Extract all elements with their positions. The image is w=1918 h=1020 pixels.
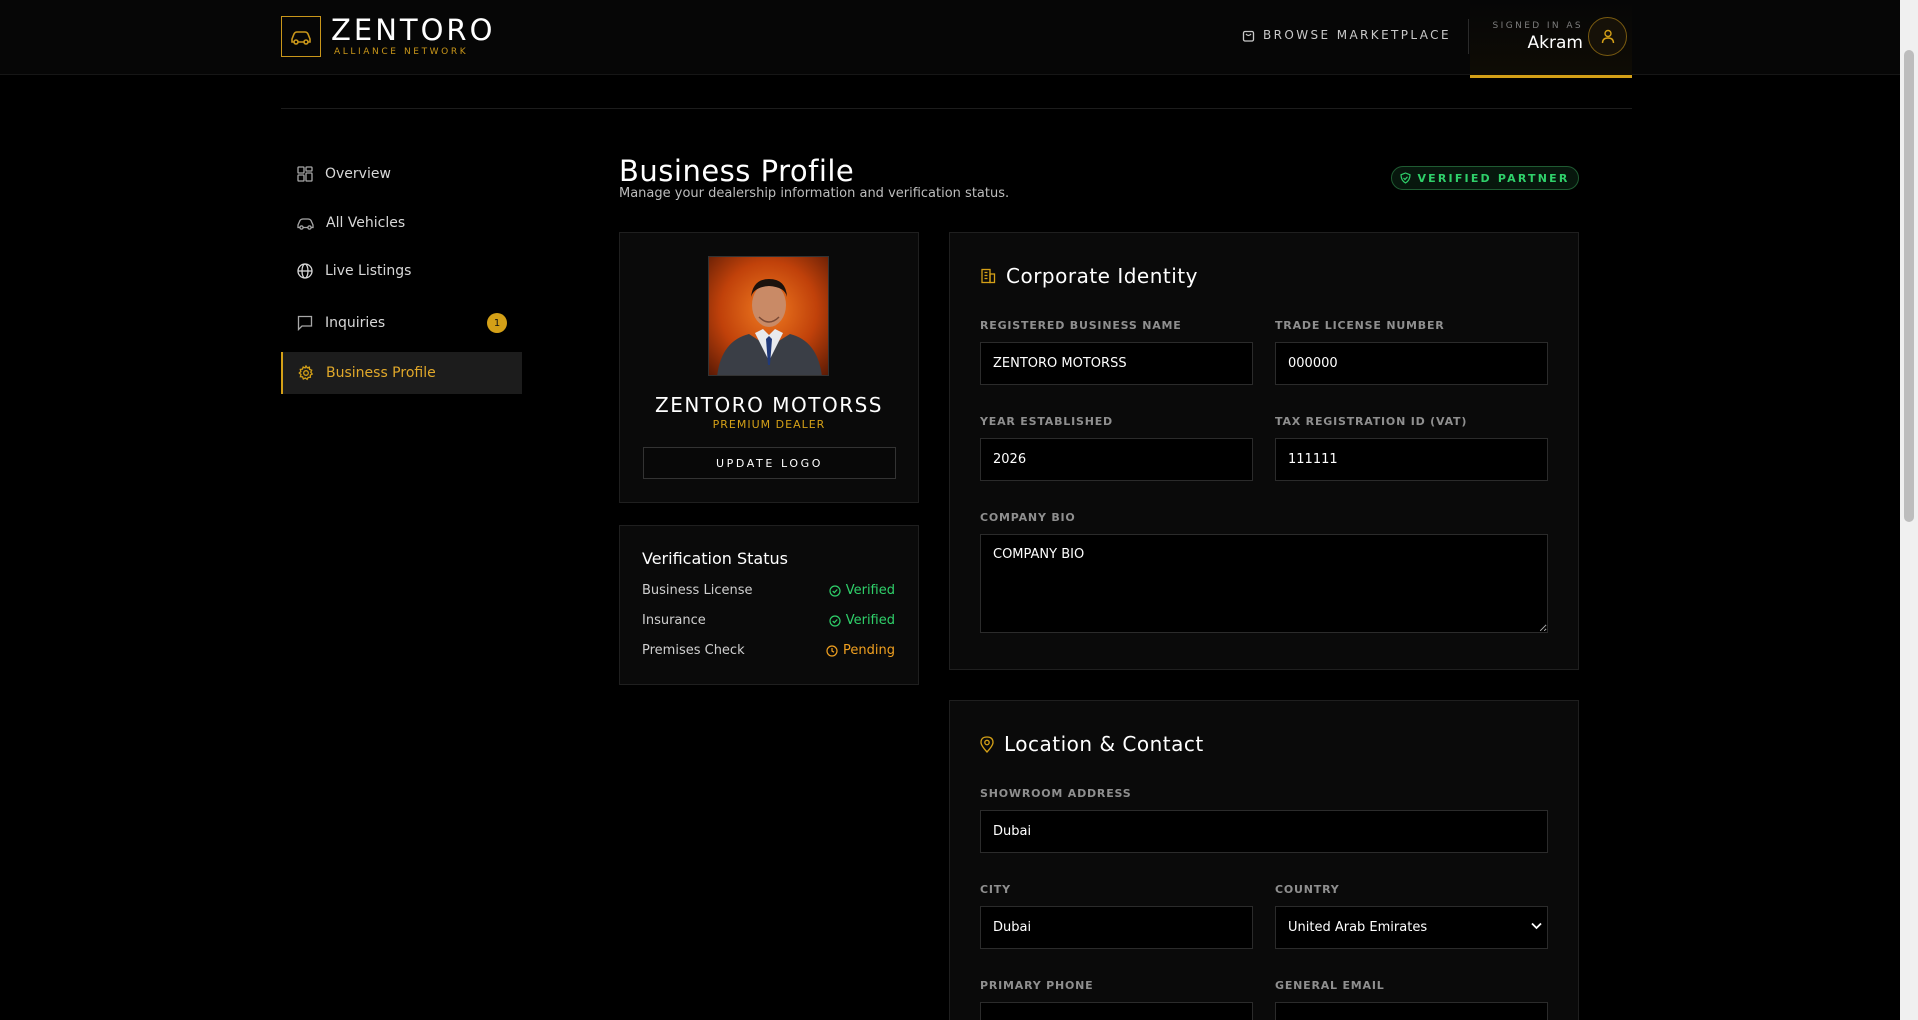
shopping-bag-icon [1242, 30, 1255, 42]
page-title: Business Profile [619, 154, 855, 188]
sidebar-item-label: Business Profile [326, 365, 436, 381]
globe-icon [297, 263, 313, 279]
user-name: Akram [1527, 33, 1583, 53]
company-bio-field[interactable]: COMPANY BIO [980, 534, 1548, 633]
verification-status: Verified [829, 583, 895, 598]
car-logo-icon[interactable] [281, 16, 321, 57]
signed-in-label: SIGNED IN AS [1492, 21, 1583, 31]
verification-row-insurance: Insurance Verified [642, 613, 895, 628]
browse-marketplace-link[interactable]: BROWSE MARKETPLACE [1242, 28, 1451, 42]
map-pin-icon [980, 735, 994, 753]
building-icon [981, 268, 996, 284]
tax-id-field[interactable] [1275, 438, 1548, 481]
header-divider [1468, 19, 1469, 54]
shield-check-icon [1400, 172, 1412, 184]
sidebar-item-inquiries[interactable]: Inquiries 1 [281, 302, 522, 344]
company-bio-label: COMPANY BIO [980, 511, 1076, 524]
city-label: CITY [980, 883, 1011, 896]
general-email-label: GENERAL EMAIL [1275, 979, 1385, 992]
verification-status: Pending [826, 643, 895, 658]
year-established-field[interactable] [980, 438, 1253, 481]
car-icon [297, 217, 314, 230]
verification-title: Verification Status [642, 549, 788, 568]
sidebar-item-label: Overview [325, 166, 391, 182]
showroom-address-field[interactable] [980, 810, 1548, 853]
clock-icon [826, 644, 838, 657]
sidebar-item-label: All Vehicles [326, 215, 406, 231]
company-name: ZENTORO MOTORSS [655, 393, 883, 417]
verified-partner-label: VERIFIED PARTNER [1417, 171, 1570, 185]
country-label: COUNTRY [1275, 883, 1340, 896]
dealer-tier: PREMIUM DEALER [712, 418, 826, 431]
user-menu[interactable]: SIGNED IN AS Akram [1470, 0, 1632, 78]
grid-icon [297, 166, 313, 182]
sidebar-item-label: Live Listings [325, 263, 412, 279]
verification-label: Premises Check [642, 643, 745, 658]
verification-status-text: Verified [845, 583, 895, 598]
update-logo-button[interactable]: UPDATE LOGO [643, 447, 896, 479]
location-contact-heading: Location & Contact [980, 732, 1204, 756]
verified-partner-badge: VERIFIED PARTNER [1391, 166, 1579, 190]
verification-label: Insurance [642, 613, 706, 628]
brand-name[interactable]: ZENTORO [331, 16, 495, 45]
gear-icon [298, 365, 314, 381]
tax-id-label: TAX REGISTRATION ID (VAT) [1275, 415, 1468, 428]
check-circle-icon [829, 584, 841, 597]
city-field[interactable] [980, 906, 1253, 949]
scrollbar-thumb[interactable] [1904, 50, 1914, 522]
inquiries-count-badge: 1 [487, 313, 507, 333]
message-icon [297, 315, 313, 331]
page-scrollbar[interactable] [1900, 0, 1918, 1020]
showroom-address-label: SHOWROOM ADDRESS [980, 787, 1132, 800]
company-logo-image [708, 256, 829, 376]
primary-phone-label: PRIMARY PHONE [980, 979, 1094, 992]
section-title: Location & Contact [1004, 732, 1204, 756]
header-rule [281, 108, 1632, 109]
browse-marketplace-label: BROWSE MARKETPLACE [1263, 28, 1451, 42]
sidebar-item-all-vehicles[interactable]: All Vehicles [281, 202, 522, 244]
primary-phone-field[interactable] [980, 1002, 1253, 1020]
verification-status: Verified [829, 613, 895, 628]
avatar[interactable] [1588, 17, 1627, 56]
verification-row-premises-check: Premises Check Pending [642, 643, 895, 658]
sidebar-item-business-profile[interactable]: Business Profile [281, 352, 522, 394]
business-name-label: REGISTERED BUSINESS NAME [980, 319, 1182, 332]
country-select[interactable]: United Arab Emirates [1275, 906, 1548, 949]
sidebar-item-live-listings[interactable]: Live Listings [281, 250, 522, 292]
trade-license-label: TRADE LICENSE NUMBER [1275, 319, 1445, 332]
sidebar-item-overview[interactable]: Overview [281, 153, 522, 195]
check-circle-icon [829, 614, 841, 627]
top-header: ZENTORO ALLIANCE NETWORK BROWSE MARKETPL… [0, 0, 1900, 78]
user-icon [1601, 29, 1614, 44]
sidebar-item-label: Inquiries [325, 315, 386, 331]
general-email-field[interactable] [1275, 1002, 1548, 1020]
section-title: Corporate Identity [1006, 264, 1198, 288]
verification-label: Business License [642, 583, 753, 598]
verification-status-text: Verified [845, 613, 895, 628]
corporate-identity-heading: Corporate Identity [980, 264, 1198, 288]
business-name-field[interactable] [980, 342, 1253, 385]
trade-license-field[interactable] [1275, 342, 1548, 385]
verification-row-business-license: Business License Verified [642, 583, 895, 598]
brand-tagline: ALLIANCE NETWORK [334, 47, 469, 57]
year-established-label: YEAR ESTABLISHED [980, 415, 1113, 428]
verification-status-text: Pending [843, 643, 895, 658]
page-subtitle: Manage your dealership information and v… [619, 186, 1010, 201]
